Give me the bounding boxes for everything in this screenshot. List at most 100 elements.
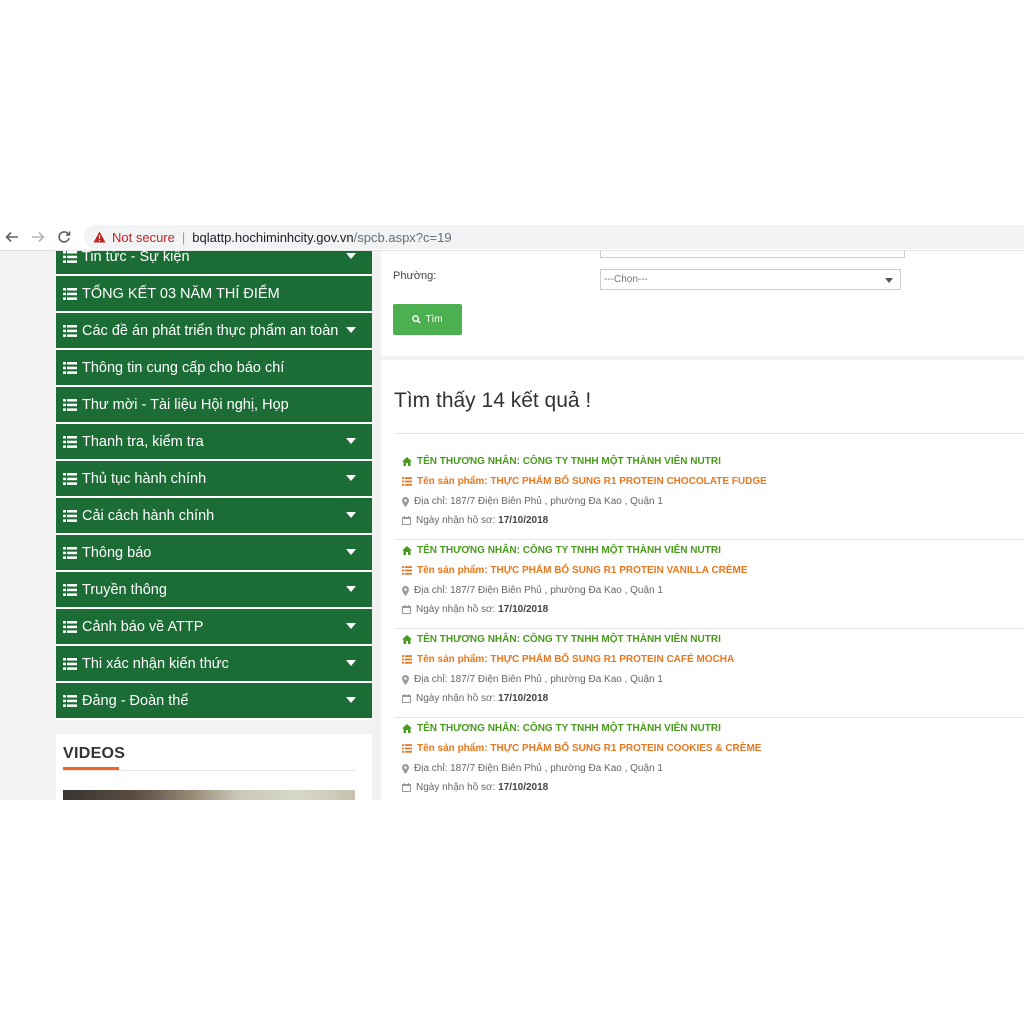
list-icon bbox=[402, 744, 412, 753]
menu-item-thi-xac-nhan[interactable]: Thi xác nhận kiến thức bbox=[56, 646, 372, 683]
ward-label: Phường: bbox=[393, 270, 437, 282]
date-value: 17/10/2018 bbox=[498, 693, 549, 704]
menu-item-thong-tin-bao-chi[interactable]: Thông tin cung cấp cho báo chí bbox=[56, 350, 372, 387]
menu-item-label: Thông báo bbox=[82, 544, 152, 561]
menu-item-tin-tuc-su-kien[interactable]: Tin tức - Sự kiện bbox=[56, 251, 372, 276]
divider bbox=[63, 770, 355, 771]
map-marker-icon bbox=[402, 763, 409, 774]
list-icon bbox=[63, 251, 77, 263]
menu-item-label: Cải cách hành chính bbox=[82, 507, 215, 524]
browser-toolbar: Not secure | bqlattp.hochiminhcity.gov.v… bbox=[0, 224, 1024, 251]
menu-item-truyen-thong[interactable]: Truyền thông bbox=[56, 572, 372, 609]
product-prefix: Tên sản phẩm: bbox=[417, 476, 488, 487]
result-merchant[interactable]: TÊN THƯƠNG NHÂN: CÔNG TY TNHH MỘT THÀNH … bbox=[402, 723, 721, 734]
product-prefix: Tên sản phẩm: bbox=[417, 654, 488, 665]
date-prefix: Ngày nhận hồ sơ: bbox=[416, 782, 496, 793]
list-icon bbox=[63, 287, 77, 300]
menu-item-label: Tin tức - Sự kiện bbox=[82, 251, 190, 265]
result-item: TÊN THƯƠNG NHÂN: CÔNG TY TNHH MỘT THÀNH … bbox=[394, 717, 1024, 800]
list-icon bbox=[63, 398, 77, 411]
result-address: Địa chỉ: 187/7 Điện Biên Phủ , phường Đa… bbox=[402, 496, 663, 507]
menu-item-label: Thông tin cung cấp cho báo chí bbox=[82, 359, 285, 376]
calendar-icon bbox=[402, 516, 411, 525]
url-host: bqlattp.hochiminhcity.gov.vn bbox=[192, 229, 354, 245]
menu-item-cai-cach[interactable]: Cải cách hành chính bbox=[56, 498, 372, 535]
list-icon bbox=[402, 655, 412, 664]
list-icon bbox=[63, 620, 77, 633]
result-product[interactable]: Tên sản phẩm: THỰC PHẨM BỔ SUNG R1 PROTE… bbox=[402, 654, 734, 665]
caret-down-icon bbox=[346, 512, 356, 518]
caret-down-icon bbox=[346, 438, 356, 444]
title-underline bbox=[63, 767, 119, 770]
results-title: Tìm thấy 14 kết quả ! bbox=[394, 389, 592, 412]
product-name: THỰC PHẨM BỔ SUNG R1 PROTEIN CAFÉ MOCHA bbox=[490, 654, 735, 665]
videos-title: VIDEOS bbox=[63, 745, 126, 762]
security-status[interactable]: Not secure bbox=[112, 230, 175, 245]
menu-item-tong-ket[interactable]: TỔNG KẾT 03 NĂM THÍ ĐIỂM bbox=[56, 276, 372, 313]
menu-item-dang-doan-the[interactable]: Đảng - Đoàn thể bbox=[56, 683, 372, 720]
address-bar[interactable]: Not secure | bqlattp.hochiminhcity.gov.v… bbox=[84, 225, 1024, 249]
menu-item-label: Đảng - Đoàn thể bbox=[82, 692, 189, 709]
merchant-name: TÊN THƯƠNG NHÂN: CÔNG TY TNHH MỘT THÀNH … bbox=[417, 456, 721, 467]
url-separator: | bbox=[181, 229, 186, 245]
caret-down-icon bbox=[346, 697, 356, 703]
results-panel: Tìm thấy 14 kết quả ! TÊN THƯƠNG NHÂN: C… bbox=[381, 360, 1024, 800]
caret-down-icon bbox=[346, 327, 356, 333]
date-prefix: Ngày nhận hồ sơ: bbox=[416, 604, 496, 615]
address-text: Địa chỉ: 187/7 Điện Biên Phủ , phường Đa… bbox=[414, 585, 663, 596]
product-prefix: Tên sản phẩm: bbox=[417, 565, 488, 576]
menu-item-label: Các đề án phát triển thực phẩm an toàn bbox=[82, 322, 339, 339]
merchant-name: TÊN THƯƠNG NHÂN: CÔNG TY TNHH MỘT THÀNH … bbox=[417, 545, 721, 556]
search-form: Phường: ---Chọn--- Tìm bbox=[381, 251, 1024, 356]
caret-down-icon bbox=[885, 278, 893, 283]
result-address: Địa chỉ: 187/7 Điện Biên Phủ , phường Đa… bbox=[402, 585, 663, 596]
search-icon bbox=[412, 315, 422, 324]
date-prefix: Ngày nhận hồ sơ: bbox=[416, 693, 496, 704]
menu-item-thu-tuc[interactable]: Thủ tục hành chính bbox=[56, 461, 372, 498]
list-icon bbox=[63, 509, 77, 522]
menu-item-thanh-tra[interactable]: Thanh tra, kiểm tra bbox=[56, 424, 372, 461]
product-name: THỰC PHẨM BỔ SUNG R1 PROTEIN VANILLA CRÈ… bbox=[490, 565, 748, 576]
result-product[interactable]: Tên sản phẩm: THỰC PHẨM BỔ SUNG R1 PROTE… bbox=[402, 565, 748, 576]
result-date: Ngày nhận hồ sơ: 17/10/2018 bbox=[402, 604, 548, 615]
ward-select-value: ---Chọn--- bbox=[604, 274, 648, 285]
menu-item-canh-bao[interactable]: Cảnh báo về ATTP bbox=[56, 609, 372, 646]
result-merchant[interactable]: TÊN THƯƠNG NHÂN: CÔNG TY TNHH MỘT THÀNH … bbox=[402, 545, 721, 556]
back-arrow-icon[interactable] bbox=[0, 224, 24, 250]
list-icon bbox=[402, 566, 412, 575]
merchant-name: TÊN THƯƠNG NHÂN: CÔNG TY TNHH MỘT THÀNH … bbox=[417, 634, 721, 645]
date-value: 17/10/2018 bbox=[498, 782, 549, 793]
list-icon bbox=[63, 546, 77, 559]
menu-item-label: Thư mời - Tài liệu Hội nghị, Họp bbox=[82, 396, 289, 413]
map-marker-icon bbox=[402, 585, 409, 596]
district-select[interactable] bbox=[600, 251, 905, 258]
home-icon bbox=[402, 546, 412, 555]
result-merchant[interactable]: TÊN THƯƠNG NHÂN: CÔNG TY TNHH MỘT THÀNH … bbox=[402, 456, 721, 467]
result-item: TÊN THƯƠNG NHÂN: CÔNG TY TNHH MỘT THÀNH … bbox=[394, 628, 1024, 718]
forward-arrow-icon[interactable] bbox=[26, 224, 50, 250]
url-path: /spcb.aspx?c=19 bbox=[353, 229, 452, 245]
result-date: Ngày nhận hồ sơ: 17/10/2018 bbox=[402, 693, 548, 704]
result-product[interactable]: Tên sản phẩm: THỰC PHẨM BỔ SUNG R1 PROTE… bbox=[402, 743, 761, 754]
result-item: TÊN THƯƠNG NHÂN: CÔNG TY TNHH MỘT THÀNH … bbox=[394, 450, 1024, 540]
calendar-icon bbox=[402, 783, 411, 792]
result-merchant[interactable]: TÊN THƯƠNG NHÂN: CÔNG TY TNHH MỘT THÀNH … bbox=[402, 634, 721, 645]
list-icon bbox=[63, 472, 77, 485]
reload-icon[interactable] bbox=[52, 224, 76, 250]
search-button-label: Tìm bbox=[425, 314, 443, 325]
ward-select[interactable]: ---Chọn--- bbox=[600, 269, 901, 290]
menu-item-de-an[interactable]: Các đề án phát triển thực phẩm an toàn bbox=[56, 313, 372, 350]
list-icon bbox=[63, 361, 77, 374]
search-button[interactable]: Tìm bbox=[393, 304, 462, 335]
menu-item-label: Thủ tục hành chính bbox=[82, 470, 207, 487]
result-address: Địa chỉ: 187/7 Điện Biên Phủ , phường Đa… bbox=[402, 674, 663, 685]
menu-item-thu-moi[interactable]: Thư mời - Tài liệu Hội nghị, Họp bbox=[56, 387, 372, 424]
video-thumbnail[interactable] bbox=[63, 790, 355, 800]
result-date: Ngày nhận hồ sơ: 17/10/2018 bbox=[402, 782, 548, 793]
caret-down-icon bbox=[346, 475, 356, 481]
home-icon bbox=[402, 457, 412, 466]
calendar-icon bbox=[402, 605, 411, 614]
result-item: TÊN THƯƠNG NHÂN: CÔNG TY TNHH MỘT THÀNH … bbox=[394, 539, 1024, 629]
menu-item-thong-bao[interactable]: Thông báo bbox=[56, 535, 372, 572]
result-product[interactable]: Tên sản phẩm: THỰC PHẨM BỔ SUNG R1 PROTE… bbox=[402, 476, 767, 487]
